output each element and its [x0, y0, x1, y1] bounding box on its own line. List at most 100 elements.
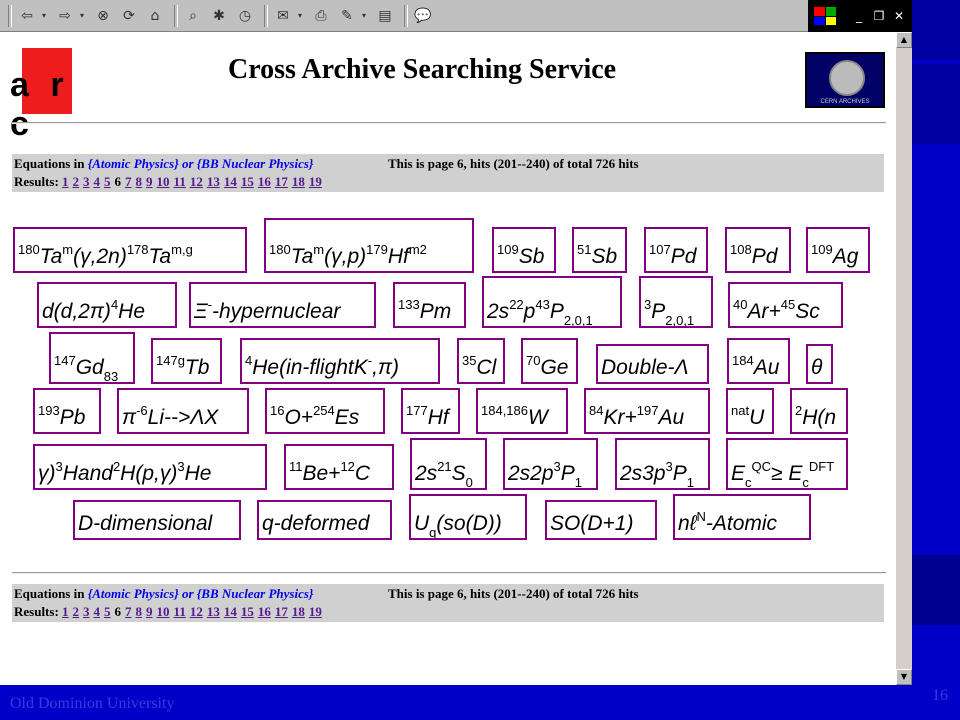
page-link-10[interactable]: 10: [157, 604, 170, 619]
page-link-3[interactable]: 3: [83, 604, 90, 619]
page-link-8[interactable]: 8: [136, 604, 143, 619]
equation-box[interactable]: Ξ - -hypernuclear: [189, 282, 376, 328]
equation-box[interactable]: D-dimensional: [73, 500, 241, 540]
discuss-icon[interactable]: 💬: [412, 5, 434, 27]
edit-dropdown-icon[interactable]: ▾: [362, 11, 370, 20]
equation-box[interactable]: Double-Λ: [596, 344, 709, 384]
edit-icon[interactable]: ✎: [336, 5, 358, 27]
print-icon[interactable]: ⎙: [310, 5, 332, 27]
equation-box[interactable]: Ec QC ≥ Ec DFT: [726, 438, 848, 490]
equation-box[interactable]: 40 Ar+ 45 Sc: [728, 282, 843, 328]
equation-box[interactable]: 2s2p 3 P 1: [503, 438, 598, 490]
page-link-17[interactable]: 17: [275, 604, 288, 619]
equation-box[interactable]: Uq (so(D)): [409, 494, 527, 540]
equation-box[interactable]: nat U: [726, 388, 774, 434]
page-link-15[interactable]: 15: [241, 604, 254, 619]
equation-box[interactable]: π -6 Li-->ΛX: [117, 388, 249, 434]
mail-dropdown-icon[interactable]: ▾: [298, 11, 306, 20]
page-link-5[interactable]: 5: [104, 174, 111, 189]
equation-box[interactable]: 51 Sb: [572, 227, 627, 273]
page-link-12[interactable]: 12: [190, 174, 203, 189]
equation-box[interactable]: q-deformed: [257, 500, 392, 540]
equation-box[interactable]: 147g Tb: [151, 338, 222, 384]
mail-icon[interactable]: ✉: [272, 5, 294, 27]
forward-dropdown-icon[interactable]: ▾: [80, 11, 88, 20]
equation-box[interactable]: 2s 21 S 0: [410, 438, 487, 490]
page-link-14[interactable]: 14: [224, 174, 237, 189]
query-link[interactable]: {Atomic Physics} or {BB Nuclear Physics}: [88, 586, 314, 601]
equation-box[interactable]: 11 Be+ 12 C: [284, 444, 394, 490]
restore-icon[interactable]: ❐: [870, 8, 888, 24]
back-icon[interactable]: ⇦: [16, 5, 38, 27]
equation-box[interactable]: 109 Sb: [492, 227, 556, 273]
stop-icon[interactable]: ⊗: [92, 5, 114, 27]
scroll-up-icon[interactable]: ▲: [896, 32, 912, 48]
page-link-12[interactable]: 12: [190, 604, 203, 619]
equation-box[interactable]: 177 Hf: [401, 388, 460, 434]
page-link-10[interactable]: 10: [157, 174, 170, 189]
equation-box[interactable]: 2 H(n: [790, 388, 848, 434]
forward-icon[interactable]: ⇨: [54, 5, 76, 27]
page-link-9[interactable]: 9: [146, 604, 153, 619]
equation-box[interactable]: 2s 22 p 43 P 2,0,1: [482, 276, 622, 328]
favorites-icon[interactable]: ✱: [208, 5, 230, 27]
equation-box[interactable]: SO(D+1): [545, 500, 657, 540]
equation-box[interactable]: 2s3p 3 P 1: [615, 438, 710, 490]
scroll-down-icon[interactable]: ▼: [896, 669, 912, 685]
page-link-5[interactable]: 5: [104, 604, 111, 619]
refresh-icon[interactable]: ⟳: [118, 5, 140, 27]
page-link-19[interactable]: 19: [309, 604, 322, 619]
page-link-2[interactable]: 2: [73, 174, 80, 189]
equation-box[interactable]: 70 Ge: [521, 338, 578, 384]
equation-box[interactable]: 84 Kr+ 197 Au: [584, 388, 710, 434]
equation-box[interactable]: nℓ N -Atomic: [673, 494, 811, 540]
home-icon[interactable]: ⌂: [144, 5, 166, 27]
page-link-18[interactable]: 18: [292, 174, 305, 189]
close-icon[interactable]: ✕: [890, 8, 908, 24]
page-link-11[interactable]: 11: [174, 604, 186, 619]
equation-box[interactable]: 180 Ta m (γ,p) 179 Hf m2: [264, 218, 474, 273]
equation-box[interactable]: d(d,2π) 4 He: [37, 282, 177, 328]
page-link-11[interactable]: 11: [174, 174, 186, 189]
page-link-16[interactable]: 16: [258, 174, 271, 189]
vertical-scrollbar[interactable]: ▲ ▼: [896, 32, 912, 685]
equation-box[interactable]: 147 Gd 83: [49, 332, 135, 384]
page-link-14[interactable]: 14: [224, 604, 237, 619]
page-link-18[interactable]: 18: [292, 604, 305, 619]
equation-box[interactable]: 16 O+ 254 Es: [265, 388, 385, 434]
page-link-16[interactable]: 16: [258, 604, 271, 619]
page-link-19[interactable]: 19: [309, 174, 322, 189]
equation-box[interactable]: 133 Pm: [393, 282, 466, 328]
equation-box[interactable]: 4 He(in-flightK - ,π): [240, 338, 440, 384]
page-link-3[interactable]: 3: [83, 174, 90, 189]
equation-box[interactable]: 109 Ag: [806, 227, 870, 273]
query-link[interactable]: {Atomic Physics} or {BB Nuclear Physics}: [88, 156, 314, 171]
cern-archives-logo[interactable]: CERN ARCHIVES: [805, 52, 885, 108]
page-link-7[interactable]: 7: [125, 604, 132, 619]
page-link-17[interactable]: 17: [275, 174, 288, 189]
page-link-9[interactable]: 9: [146, 174, 153, 189]
equation-box[interactable]: 180 Ta m (γ,2n) 178 Ta m,g: [13, 227, 247, 273]
page-link-2[interactable]: 2: [73, 604, 80, 619]
equation-box[interactable]: 193 Pb: [33, 388, 101, 434]
page-link-1[interactable]: 1: [62, 174, 69, 189]
page-link-13[interactable]: 13: [207, 174, 220, 189]
equation-box[interactable]: 3 P 2,0,1: [639, 276, 713, 328]
equation-box[interactable]: 35 Cl: [457, 338, 505, 384]
page-link-13[interactable]: 13: [207, 604, 220, 619]
history-icon[interactable]: ◷: [234, 5, 256, 27]
page-link-4[interactable]: 4: [94, 604, 101, 619]
equation-box[interactable]: 184 Au: [727, 338, 790, 384]
page-link-15[interactable]: 15: [241, 174, 254, 189]
page-link-7[interactable]: 7: [125, 174, 132, 189]
equation-box[interactable]: 108 Pd: [725, 227, 791, 273]
search-icon[interactable]: ⌕: [182, 5, 204, 27]
equation-box[interactable]: θ: [806, 344, 833, 384]
equation-box[interactable]: 184,186 W: [476, 388, 568, 434]
document-icon[interactable]: ▤: [374, 5, 396, 27]
back-dropdown-icon[interactable]: ▾: [42, 11, 50, 20]
page-link-4[interactable]: 4: [94, 174, 101, 189]
equation-box[interactable]: γ) 3 Hand 2 H(p,γ) 3 He: [33, 444, 267, 490]
page-link-1[interactable]: 1: [62, 604, 69, 619]
minimize-icon[interactable]: _: [850, 8, 868, 24]
